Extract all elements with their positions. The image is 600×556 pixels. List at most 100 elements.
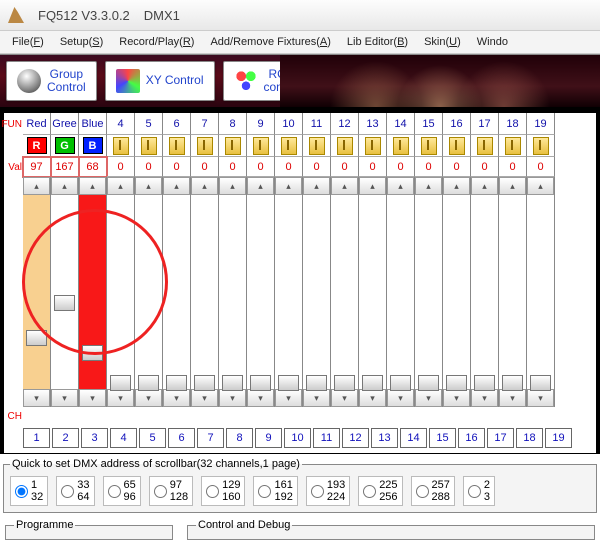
slider-thumb[interactable]: [82, 345, 103, 361]
slider-thumb[interactable]: [334, 375, 355, 391]
address-range-65[interactable]: 6596: [103, 476, 141, 506]
channel-slider-18[interactable]: ▴▾: [499, 177, 527, 407]
channel-button-11[interactable]: 11: [313, 428, 340, 448]
value-cell-4[interactable]: 0: [107, 157, 135, 177]
address-range-97[interactable]: 97128: [149, 476, 193, 506]
channel-slider-8[interactable]: ▴▾: [219, 177, 247, 407]
slider-thumb[interactable]: [474, 375, 495, 391]
channel-button-13[interactable]: 13: [371, 428, 398, 448]
slider-thumb[interactable]: [166, 375, 187, 391]
value-cell-8[interactable]: 0: [219, 157, 247, 177]
channel-button-2[interactable]: 2: [52, 428, 79, 448]
slider-down-button[interactable]: ▾: [107, 389, 134, 407]
value-cell-18[interactable]: 0: [499, 157, 527, 177]
value-cell-19[interactable]: 0: [527, 157, 555, 177]
address-radio[interactable]: [363, 485, 376, 498]
slider-down-button[interactable]: ▾: [359, 389, 386, 407]
slider-thumb[interactable]: [446, 375, 467, 391]
menu-fixtures[interactable]: Add/Remove Fixtures(A): [204, 34, 336, 50]
channel-slider-17[interactable]: ▴▾: [471, 177, 499, 407]
slider-up-button[interactable]: ▴: [163, 177, 190, 195]
channel-slider-9[interactable]: ▴▾: [247, 177, 275, 407]
address-range-2[interactable]: 23: [463, 476, 495, 506]
slider-up-button[interactable]: ▴: [387, 177, 414, 195]
slider-thumb[interactable]: [502, 375, 523, 391]
channel-slider-1[interactable]: ▴▾: [23, 177, 51, 407]
channel-slider-11[interactable]: ▴▾: [303, 177, 331, 407]
channel-slider-13[interactable]: ▴▾: [359, 177, 387, 407]
slider-thumb[interactable]: [418, 375, 439, 391]
channel-button-8[interactable]: 8: [226, 428, 253, 448]
address-radio[interactable]: [468, 485, 481, 498]
slider-up-button[interactable]: ▴: [219, 177, 246, 195]
fixture-icon-cell[interactable]: [331, 135, 359, 157]
slider-down-button[interactable]: ▾: [499, 389, 526, 407]
menu-file[interactable]: File(F): [6, 34, 50, 50]
fixture-icon-cell[interactable]: [219, 135, 247, 157]
slider-down-button[interactable]: ▾: [387, 389, 414, 407]
fixture-icon-cell[interactable]: [527, 135, 555, 157]
slider-up-button[interactable]: ▴: [107, 177, 134, 195]
value-cell-6[interactable]: 0: [163, 157, 191, 177]
menu-skin[interactable]: Skin(U): [418, 34, 467, 50]
value-cell-2[interactable]: 167: [51, 157, 79, 177]
channel-button-6[interactable]: 6: [168, 428, 195, 448]
channel-button-4[interactable]: 4: [110, 428, 137, 448]
address-range-1[interactable]: 132: [10, 476, 48, 506]
fixture-icon-cell[interactable]: [471, 135, 499, 157]
slider-thumb[interactable]: [194, 375, 215, 391]
fixture-icon-cell[interactable]: [275, 135, 303, 157]
slider-up-button[interactable]: ▴: [527, 177, 554, 195]
channel-button-17[interactable]: 17: [487, 428, 514, 448]
channel-slider-12[interactable]: ▴▾: [331, 177, 359, 407]
fixture-icon-cell[interactable]: [163, 135, 191, 157]
slider-thumb[interactable]: [250, 375, 271, 391]
value-cell-9[interactable]: 0: [247, 157, 275, 177]
menu-record[interactable]: Record/Play(R): [113, 34, 200, 50]
slider-thumb[interactable]: [54, 295, 75, 311]
slider-up-button[interactable]: ▴: [275, 177, 302, 195]
value-cell-11[interactable]: 0: [303, 157, 331, 177]
fixture-icon-cell[interactable]: [443, 135, 471, 157]
slider-up-button[interactable]: ▴: [247, 177, 274, 195]
channel-slider-14[interactable]: ▴▾: [387, 177, 415, 407]
channel-button-7[interactable]: 7: [197, 428, 224, 448]
fixture-icon-cell[interactable]: [247, 135, 275, 157]
channel-button-12[interactable]: 12: [342, 428, 369, 448]
channel-slider-5[interactable]: ▴▾: [135, 177, 163, 407]
value-cell-3[interactable]: 68: [79, 157, 107, 177]
channel-button-10[interactable]: 10: [284, 428, 311, 448]
channel-slider-19[interactable]: ▴▾: [527, 177, 555, 407]
slider-up-button[interactable]: ▴: [135, 177, 162, 195]
slider-up-button[interactable]: ▴: [79, 177, 106, 195]
address-radio[interactable]: [61, 485, 74, 498]
value-cell-13[interactable]: 0: [359, 157, 387, 177]
channel-slider-10[interactable]: ▴▾: [275, 177, 303, 407]
slider-down-button[interactable]: ▾: [331, 389, 358, 407]
fixture-icon-cell[interactable]: [359, 135, 387, 157]
slider-up-button[interactable]: ▴: [51, 177, 78, 195]
channel-button-19[interactable]: 19: [545, 428, 572, 448]
slider-down-button[interactable]: ▾: [275, 389, 302, 407]
value-cell-12[interactable]: 0: [331, 157, 359, 177]
slider-thumb[interactable]: [278, 375, 299, 391]
xy-control-button[interactable]: XY Control: [105, 61, 215, 101]
address-radio[interactable]: [311, 485, 324, 498]
slider-up-button[interactable]: ▴: [499, 177, 526, 195]
slider-up-button[interactable]: ▴: [359, 177, 386, 195]
slider-down-button[interactable]: ▾: [135, 389, 162, 407]
channel-button-16[interactable]: 16: [458, 428, 485, 448]
channel-button-15[interactable]: 15: [429, 428, 456, 448]
address-range-257[interactable]: 257288: [411, 476, 455, 506]
channel-button-5[interactable]: 5: [139, 428, 166, 448]
fixture-icon-cell[interactable]: [499, 135, 527, 157]
green-box[interactable]: G: [55, 137, 75, 154]
address-range-161[interactable]: 161192: [253, 476, 297, 506]
channel-slider-7[interactable]: ▴▾: [191, 177, 219, 407]
channel-slider-16[interactable]: ▴▾: [443, 177, 471, 407]
channel-slider-4[interactable]: ▴▾: [107, 177, 135, 407]
address-range-193[interactable]: 193224: [306, 476, 350, 506]
value-cell-15[interactable]: 0: [415, 157, 443, 177]
slider-down-button[interactable]: ▾: [303, 389, 330, 407]
channel-slider-15[interactable]: ▴▾: [415, 177, 443, 407]
